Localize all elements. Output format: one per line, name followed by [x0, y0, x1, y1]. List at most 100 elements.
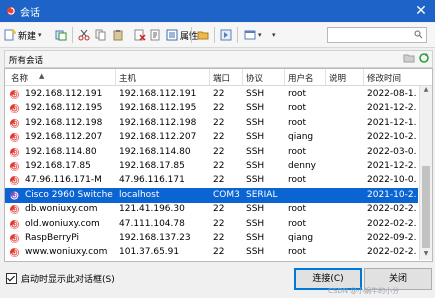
table-row[interactable]: RaspBerryPi 192.168.137.23 22 SSH qiang 2022-… — [5, 231, 418, 246]
column-header-description[interactable]: 说明 — [329, 72, 346, 84]
cell-protocol: SSH — [246, 233, 265, 243]
cell-host: 192.168.137.23 — [119, 233, 191, 243]
cell-port: 22 — [213, 204, 225, 215]
window-title: 会话 — [20, 8, 40, 19]
cell-host: 192.168.112.195 — [119, 103, 197, 114]
paste-button[interactable] — [112, 26, 124, 44]
cell-protocol: SSH — [246, 132, 265, 143]
search-box[interactable] — [327, 27, 427, 43]
cell-port: 22 — [213, 89, 225, 99]
rename-button[interactable] — [150, 26, 162, 44]
column-header-protocol[interactable]: 协议 — [246, 72, 263, 84]
scroll-down-arrow-icon[interactable]: ▼ — [420, 250, 432, 260]
column-header-port[interactable]: 端口 — [213, 72, 230, 84]
cut-button[interactable] — [78, 26, 90, 44]
sessions-dialog: 会话 ✕ 新建 ▾ 属性 ▾ ▾ 所有会话 名称 ▲ 主机 端口 协议 用户名 … — [0, 0, 435, 298]
table-row[interactable]: 192.168.112.195 192.168.112.195 22 SSH root 2… — [5, 101, 418, 116]
copy-button[interactable] — [95, 26, 107, 44]
cell-port: 22 — [213, 247, 225, 258]
options-icon — [220, 29, 232, 41]
cell-user: root — [288, 117, 307, 128]
cell-port: 22 — [213, 233, 225, 243]
session-folder-button[interactable] — [55, 26, 67, 44]
cell-port: 22 — [213, 146, 225, 157]
parent-folder-icon[interactable] — [403, 52, 415, 64]
table-header: 名称 ▲ 主机 端口 协议 用户名 说明 修改时间 — [5, 69, 432, 86]
cell-port: COM3 — [213, 189, 240, 200]
scrollbar-thumb[interactable] — [422, 166, 430, 248]
column-header-name[interactable]: 名称 — [11, 72, 28, 84]
table-row[interactable]: old.woniuxy.com 47.111.104.78 22 SSH root 202… — [5, 217, 418, 232]
cell-user: root — [288, 247, 307, 258]
view-button[interactable]: ▾ — [244, 26, 262, 44]
vertical-scrollbar[interactable]: ▲ ▼ — [419, 86, 432, 260]
cell-name: 192.168.114.80 — [25, 146, 97, 157]
folder-refresh-icon[interactable] — [418, 52, 430, 64]
close-window-button[interactable]: ✕ — [413, 3, 429, 19]
cell-modified: 2022-08-1... — [367, 89, 417, 99]
more-options-button[interactable]: ▾ — [270, 26, 276, 44]
delete-icon — [134, 29, 146, 41]
cell-host: 101.37.65.91 — [119, 247, 180, 258]
properties-button[interactable]: 属性 — [166, 26, 198, 44]
cut-icon — [78, 29, 90, 41]
spiral-red-icon — [10, 104, 19, 114]
column-divider[interactable] — [115, 69, 116, 85]
show-on-startup[interactable]: 启动时显示此对话框(S) — [6, 272, 115, 285]
cell-host: localhost — [119, 189, 160, 200]
scroll-up-arrow-icon[interactable]: ▲ — [420, 86, 432, 96]
column-divider[interactable] — [325, 69, 326, 85]
cell-host: 47.96.116.171 — [119, 175, 185, 186]
column-divider[interactable] — [209, 69, 210, 85]
table-row[interactable]: 192.168.114.80 192.168.114.80 22 SSH root 202… — [5, 145, 418, 160]
cell-protocol: SSH — [246, 89, 265, 99]
view-icon — [244, 30, 256, 40]
table-row[interactable]: 192.168.17.85 192.168.17.85 22 SSH denny 2021… — [5, 159, 418, 174]
options-button[interactable] — [220, 26, 232, 44]
cell-protocol: SSH — [246, 161, 265, 171]
column-header-modified[interactable]: 修改时间 — [367, 72, 401, 84]
view-dropdown-caret-icon[interactable]: ▾ — [258, 31, 262, 39]
new-session-icon — [4, 29, 16, 41]
new-folder-button[interactable] — [197, 26, 209, 44]
spiral-red-icon — [10, 219, 19, 229]
column-divider[interactable] — [242, 69, 243, 85]
table-row[interactable]: 192.168.112.191 192.168.112.191 22 SSH root 2… — [5, 87, 418, 102]
delete-button[interactable] — [134, 26, 146, 44]
spiral-red-icon — [10, 118, 19, 128]
show-on-startup-checkbox[interactable] — [6, 273, 17, 284]
new-session-button[interactable]: 新建 ▾ — [4, 26, 42, 44]
cell-port: 22 — [213, 132, 225, 143]
cell-port: 22 — [213, 103, 225, 114]
table-row[interactable]: 192.168.112.198 192.168.112.198 22 SSH root 2… — [5, 116, 418, 131]
column-divider[interactable] — [363, 69, 364, 85]
column-header-host[interactable]: 主机 — [119, 72, 136, 84]
table-row[interactable]: Cisco 2960 Switcher localhost COM3 SERIAL 20… — [5, 187, 418, 203]
cell-host: 192.168.17.85 — [119, 161, 185, 171]
cell-user: qiang — [288, 233, 314, 243]
new-dropdown-caret-icon[interactable]: ▾ — [38, 31, 42, 39]
cell-port: 22 — [213, 218, 225, 229]
session-table: 名称 ▲ 主机 端口 协议 用户名 说明 修改时间 192.168.112.19… — [4, 68, 433, 262]
cell-host: 192.168.112.207 — [119, 132, 197, 143]
column-header-user[interactable]: 用户名 — [288, 72, 314, 84]
cell-name: 192.168.112.195 — [25, 103, 103, 114]
cell-name: RaspBerryPi — [25, 233, 79, 243]
table-row[interactable]: www.woniuxy.com 101.37.65.91 22 SSH root 2022… — [5, 245, 418, 260]
column-divider[interactable] — [284, 69, 285, 85]
cell-user: root — [288, 218, 307, 229]
cell-port: 22 — [213, 175, 225, 186]
search-icon[interactable] — [414, 30, 423, 39]
show-on-startup-label: 启动时显示此对话框(S) — [21, 275, 115, 285]
table-row[interactable]: 192.168.112.207 192.168.112.207 22 SSH qiang… — [5, 130, 418, 145]
cell-protocol: SSH — [246, 103, 265, 114]
cell-modified: 2022-02-2... — [367, 247, 417, 258]
search-input[interactable] — [328, 28, 412, 42]
toolbar-separator — [214, 27, 215, 43]
rename-icon — [150, 29, 160, 41]
cell-modified: 2021-10-2... — [367, 189, 417, 200]
spiral-red-icon — [10, 147, 19, 157]
cell-port: 22 — [213, 117, 225, 128]
table-row[interactable]: 47.96.116.171-M 47.96.116.171 22 SSH root 202… — [5, 173, 418, 188]
table-row[interactable]: db.woniuxy.com 121.41.196.30 22 SSH root 2022… — [5, 202, 418, 217]
